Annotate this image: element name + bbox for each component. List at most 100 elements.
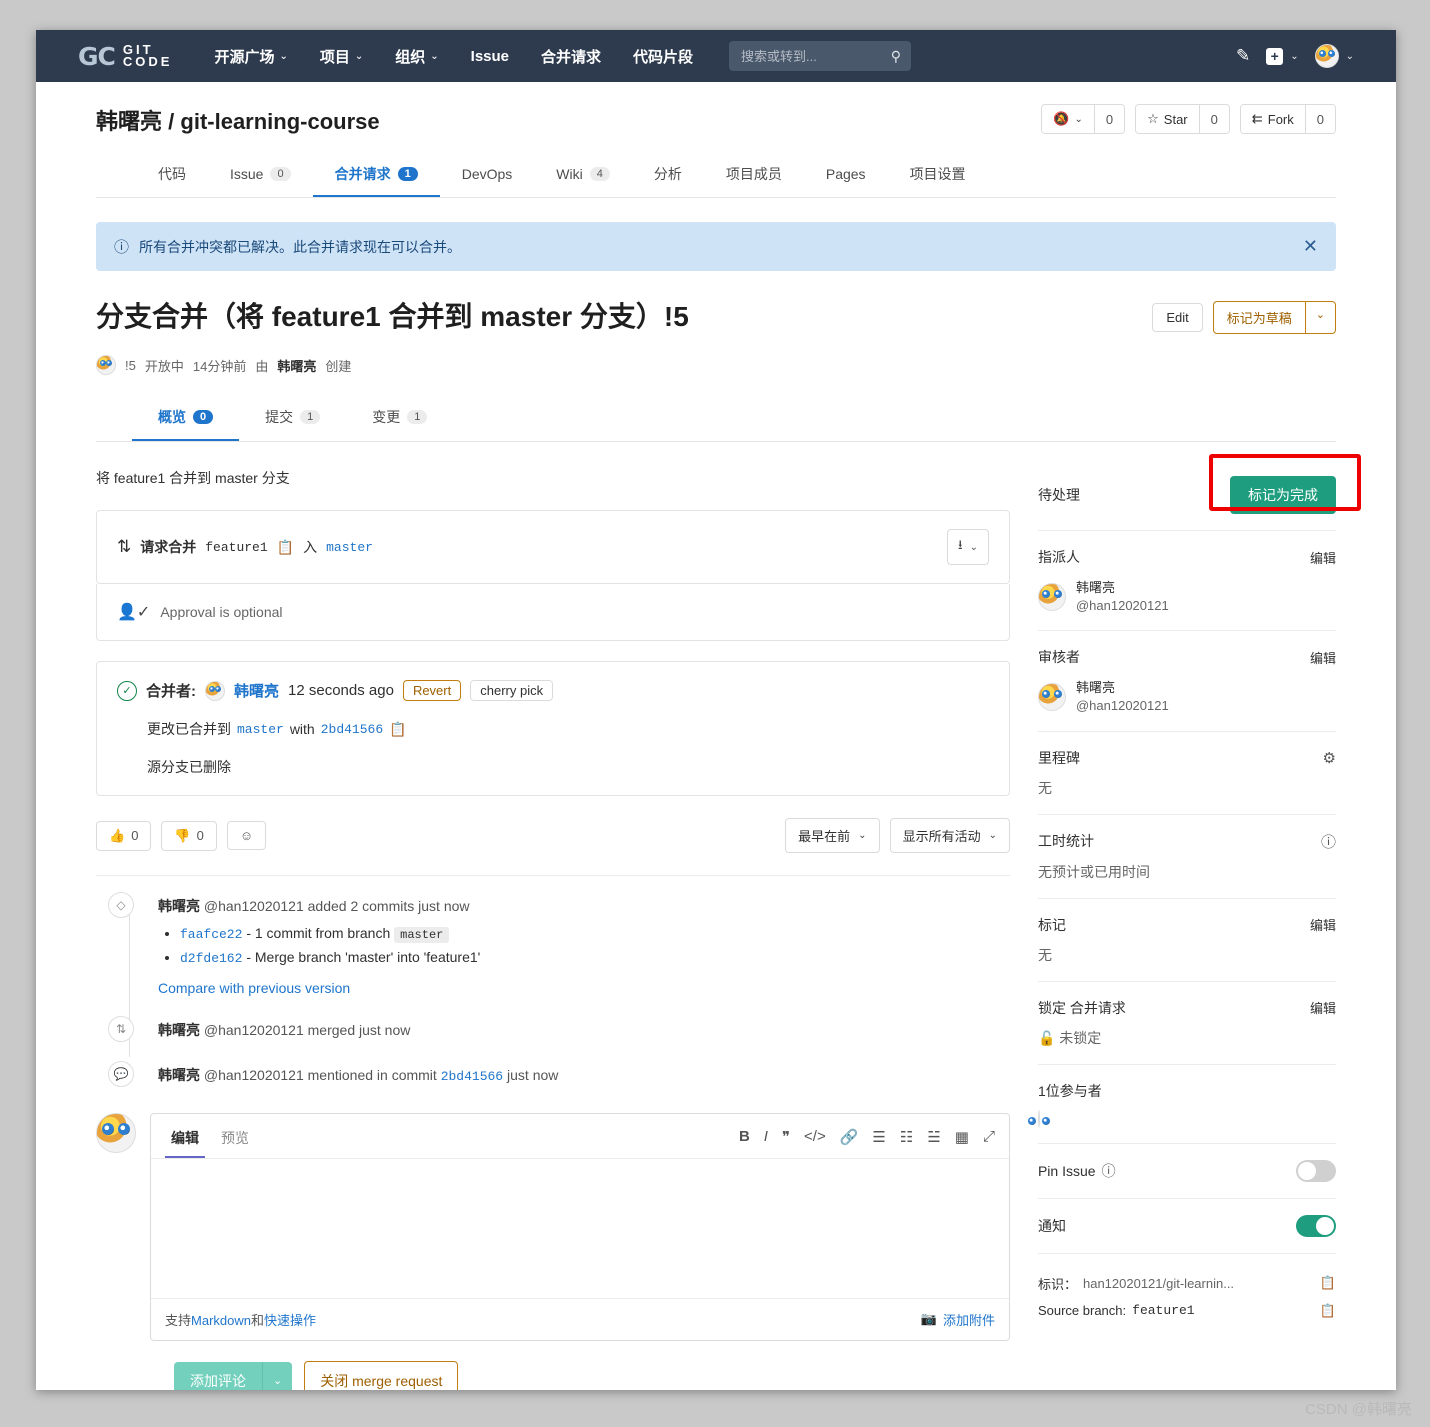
nav-item-merge-requests[interactable]: 合并请求 <box>525 40 617 73</box>
star-button-group[interactable]: ☆ Star 0 <box>1135 104 1230 134</box>
chevron-down-icon[interactable]: ⌄ <box>262 1361 293 1390</box>
italic-icon[interactable]: I <box>764 1128 768 1145</box>
labels-edit-link[interactable]: 编辑 <box>1310 915 1336 934</box>
help-icon[interactable]: ⓘ <box>1102 1161 1116 1181</box>
close-icon[interactable]: ✕ <box>1303 236 1318 257</box>
timeline-handle[interactable]: @han12020121 <box>204 1022 304 1038</box>
create-new-menu[interactable]: + ⌄ <box>1266 47 1299 65</box>
thumbs-down-button[interactable]: 👎 0 <box>161 820 217 851</box>
gitcode-logo[interactable]: GC GIT CODE <box>52 43 173 69</box>
new-edit-icon[interactable]: ✎ <box>1236 46 1250 66</box>
target-branch-name[interactable]: master <box>326 540 373 555</box>
logo-text-code: CODE <box>122 54 173 69</box>
tab-commits[interactable]: 提交 1 <box>239 397 346 441</box>
nav-item-plaza[interactable]: 开源广场 ⌄ <box>198 40 303 73</box>
tab-analytics[interactable]: 分析 <box>632 154 704 197</box>
help-icon[interactable]: ⓘ <box>1321 831 1336 852</box>
user-menu[interactable]: ⌄ <box>1314 44 1354 68</box>
notify-button[interactable]: 🔕 ⌄ <box>1042 105 1094 133</box>
editor-tab-preview[interactable]: 预览 <box>215 1124 255 1158</box>
tab-settings[interactable]: 项目设置 <box>888 154 988 197</box>
into-label: 入 <box>303 539 318 556</box>
copy-icon[interactable]: 📋 <box>1320 1275 1336 1291</box>
tab-devops[interactable]: DevOps <box>440 154 535 197</box>
timeline-handle[interactable]: @han12020121 <box>204 898 304 914</box>
repo-name[interactable]: git-learning-course <box>180 109 379 134</box>
revert-button[interactable]: Revert <box>402 680 462 702</box>
global-search[interactable]: ⚲ <box>729 41 912 71</box>
assignee-edit-link[interactable]: 编辑 <box>1310 548 1336 567</box>
mark-as-draft-button[interactable]: 标记为草稿 <box>1214 302 1305 333</box>
avatar[interactable] <box>1037 1109 1040 1128</box>
identifier-label: 标识： <box>1037 1276 1077 1292</box>
download-button[interactable]: ⭳ ⌄ <box>947 529 989 566</box>
tab-issue[interactable]: Issue 0 <box>208 154 313 197</box>
fork-button-group[interactable]: ⇇ Fork 0 <box>1239 104 1336 134</box>
comment-textarea[interactable] <box>151 1157 1009 1298</box>
mark-as-draft-button-group[interactable]: 标记为草稿 ⌄ <box>1212 300 1336 334</box>
bold-icon[interactable]: B <box>739 1128 750 1145</box>
search-input[interactable] <box>739 47 891 65</box>
lock-edit-link[interactable]: 编辑 <box>1310 998 1336 1017</box>
commit-sha-link[interactable]: d2fde162 <box>180 951 242 966</box>
edit-button[interactable]: Edit <box>1152 302 1203 332</box>
tab-code[interactable]: 代码 <box>136 154 208 197</box>
merged-commit-sha[interactable]: 2bd41566 <box>321 722 383 737</box>
editor-tab-write[interactable]: 编辑 <box>165 1124 205 1158</box>
bullet-list-icon[interactable]: ☰ <box>872 1128 885 1146</box>
task-list-icon[interactable]: ☱ <box>927 1128 940 1146</box>
tab-changes[interactable]: 变更 1 <box>346 397 453 441</box>
add-comment-button[interactable]: 添加评论 <box>174 1361 262 1390</box>
commit-sha-link[interactable]: faafce22 <box>180 927 242 942</box>
activity-filter-select[interactable]: 显示所有活动 ⌄ <box>889 818 1010 854</box>
star-button[interactable]: ☆ Star <box>1136 105 1199 133</box>
gear-icon[interactable]: ⚙ <box>1323 749 1336 767</box>
nav-item-projects[interactable]: 项目 ⌄ <box>304 40 379 73</box>
markdown-link[interactable]: Markdown <box>191 1313 251 1328</box>
mr-author[interactable]: 韩曙亮 <box>277 356 316 375</box>
tab-merge-requests[interactable]: 合并请求 1 <box>313 154 440 197</box>
chevron-down-icon[interactable]: ⌄ <box>1304 301 1335 333</box>
timeline-author[interactable]: 韩曙亮 <box>158 1022 200 1038</box>
mentioned-commit-sha[interactable]: 2bd41566 <box>441 1069 503 1084</box>
copy-icon[interactable]: 📋 <box>1320 1303 1336 1319</box>
merged-into-branch[interactable]: master <box>237 722 284 737</box>
fullscreen-icon[interactable]: ⤢ <box>983 1128 995 1145</box>
thumbs-up-button[interactable]: 👍 0 <box>96 820 152 851</box>
timeline-author[interactable]: 韩曙亮 <box>158 898 200 914</box>
copy-icon[interactable]: 📋 <box>389 721 406 738</box>
notification-toggle[interactable] <box>1296 1214 1336 1237</box>
compare-previous-version-link[interactable]: Compare with previous version <box>158 980 350 996</box>
tab-pages[interactable]: Pages <box>804 154 888 197</box>
quick-actions-link[interactable]: 快速操作 <box>264 1313 316 1328</box>
tab-overview[interactable]: 概览 0 <box>132 397 239 441</box>
code-icon[interactable]: </> <box>804 1128 826 1145</box>
tab-wiki[interactable]: Wiki 4 <box>534 154 632 197</box>
tab-members[interactable]: 项目成员 <box>704 154 804 197</box>
quote-icon[interactable]: ❞ <box>782 1128 790 1146</box>
repo-owner[interactable]: 韩曙亮 <box>96 109 162 134</box>
notify-button-group[interactable]: 🔕 ⌄ 0 <box>1041 104 1126 134</box>
assignee-user[interactable]: 韩曙亮 @han12020121 <box>1037 579 1336 614</box>
fork-button[interactable]: ⇇ Fork <box>1240 105 1305 133</box>
reviewer-edit-link[interactable]: 编辑 <box>1310 648 1336 667</box>
nav-item-snippets[interactable]: 代码片段 <box>617 40 709 73</box>
close-merge-request-button[interactable]: 关闭 merge request <box>304 1360 459 1390</box>
nav-item-orgs[interactable]: 组织 ⌄ <box>379 40 454 73</box>
reviewer-user[interactable]: 韩曙亮 @han12020121 <box>1037 679 1336 714</box>
timeline-handle[interactable]: @han12020121 <box>204 1067 304 1083</box>
nav-item-issue[interactable]: Issue <box>455 42 525 71</box>
attach-file-button[interactable]: 📷 添加附件 <box>921 1310 995 1329</box>
merged-author-link[interactable]: 韩曙亮 <box>234 680 279 701</box>
table-icon[interactable]: ▦ <box>955 1128 969 1146</box>
link-icon[interactable]: 🔗 <box>840 1128 859 1146</box>
cherry-pick-button[interactable]: cherry pick <box>470 680 554 702</box>
tab-wiki-label: Wiki <box>556 166 583 182</box>
copy-icon[interactable]: 📋 <box>277 539 294 556</box>
add-reaction-button[interactable]: ☺ <box>226 821 267 851</box>
timeline-author[interactable]: 韩曙亮 <box>158 1067 200 1083</box>
pin-issue-toggle[interactable] <box>1296 1159 1336 1182</box>
numbered-list-icon[interactable]: ☷ <box>900 1128 913 1146</box>
sort-order-select[interactable]: 最早在前 ⌄ <box>785 818 880 854</box>
mark-as-done-button[interactable]: 标记为完成 <box>1230 476 1336 515</box>
